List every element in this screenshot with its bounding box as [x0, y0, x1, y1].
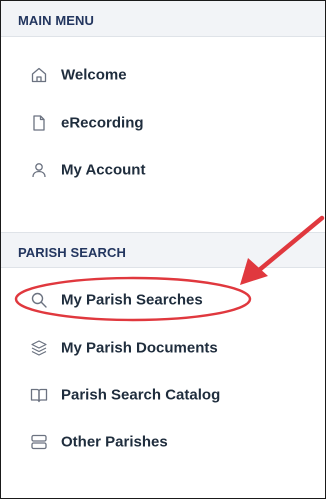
- sidebar-item-my-parish-documents[interactable]: My Parish Documents: [1, 330, 325, 366]
- layers-icon: [30, 339, 48, 357]
- main-menu-header: MAIN MENU: [1, 1, 325, 37]
- user-icon: [30, 161, 48, 179]
- sidebar-item-label: Parish Search Catalog: [61, 386, 221, 404]
- sidebar-item-label: My Parish Documents: [61, 339, 218, 357]
- sidebar-item-label: Other Parishes: [61, 433, 168, 451]
- home-icon: [30, 66, 48, 84]
- sidebar-item-other-parishes[interactable]: Other Parishes: [1, 424, 325, 460]
- main-menu-title: MAIN MENU: [18, 13, 95, 28]
- sidebar-item-label: eRecording: [61, 114, 144, 132]
- sidebar-item-label: My Account: [61, 161, 146, 179]
- sidebar-item-my-account[interactable]: My Account: [1, 152, 325, 188]
- search-icon: [30, 291, 48, 309]
- database-icon: [30, 433, 48, 451]
- book-icon: [30, 386, 48, 404]
- document-icon: [30, 114, 48, 132]
- sidebar-item-label: Welcome: [61, 66, 127, 84]
- sidebar-menu: MAIN MENU Welcome eRecording My Account …: [0, 0, 326, 499]
- sidebar-item-label: My Parish Searches: [61, 291, 203, 309]
- sidebar-item-parish-search-catalog[interactable]: Parish Search Catalog: [1, 377, 325, 413]
- parish-search-title: PARISH SEARCH: [18, 245, 126, 260]
- parish-search-header: PARISH SEARCH: [1, 232, 325, 268]
- sidebar-item-erecording[interactable]: eRecording: [1, 105, 325, 141]
- sidebar-item-my-parish-searches[interactable]: My Parish Searches: [1, 282, 325, 318]
- sidebar-item-welcome[interactable]: Welcome: [1, 57, 325, 93]
